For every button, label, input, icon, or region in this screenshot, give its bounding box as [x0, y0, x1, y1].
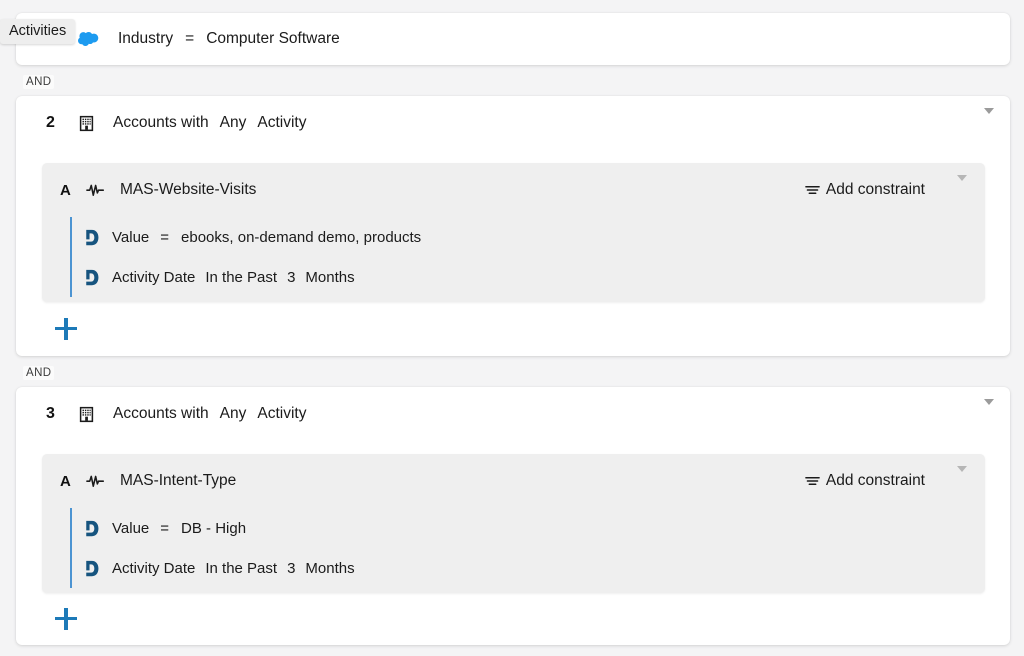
add-constraint-button-3[interactable]: Add constraint: [805, 472, 925, 490]
building-icon: [77, 405, 96, 424]
activity-letter-3: A: [60, 472, 71, 490]
condition-collapse-caret-3[interactable]: [984, 399, 994, 423]
condition-row-2: 2 Accounts with Any Activity: [16, 96, 1010, 150]
constraint-operator[interactable]: =: [160, 229, 169, 246]
activity-collapse-caret-2[interactable]: [957, 175, 967, 199]
constraint-unit[interactable]: Months: [305, 560, 354, 577]
constraint-row[interactable]: Value = ebooks, on-demand demo, products: [72, 217, 985, 257]
constraint-operator[interactable]: In the Past: [205, 269, 277, 286]
constraint-row[interactable]: Value = DB - High: [72, 508, 985, 548]
query-builder-canvas: 1 Industry = Computer Software AND 2: [0, 0, 1024, 656]
activity-block-3: A MAS-Intent-Type Add constraint Value =…: [42, 454, 985, 593]
condition-index-3: 3: [46, 405, 55, 422]
constraint-field[interactable]: Value: [112, 229, 149, 246]
data-source-icon: [84, 229, 99, 246]
activity-block-2: A MAS-Website-Visits Add constraint Valu…: [42, 163, 985, 302]
activity-name-3[interactable]: MAS-Intent-Type: [120, 472, 236, 490]
condition-collapse-caret-2[interactable]: [984, 108, 994, 132]
condition-quantifier-2[interactable]: Any: [220, 114, 247, 132]
condition-object-2[interactable]: Activity: [257, 114, 306, 132]
constraint-amount[interactable]: 3: [287, 560, 295, 577]
activity-letter-2: A: [60, 181, 71, 199]
condition-entity-2[interactable]: Accounts with: [113, 114, 209, 132]
pulse-icon: [86, 473, 106, 489]
activity-header-3: A MAS-Intent-Type Add constraint: [42, 454, 985, 508]
filter-icon: [805, 184, 820, 196]
constraint-value[interactable]: DB - High: [181, 520, 246, 537]
data-source-icon: [84, 520, 99, 537]
constraint-field[interactable]: Value: [112, 520, 149, 537]
constraint-list-2: Value = ebooks, on-demand demo, products…: [70, 217, 985, 297]
condition-value-1[interactable]: Computer Software: [206, 30, 340, 48]
condition-quantifier-3[interactable]: Any: [220, 405, 247, 423]
add-activity-button-2[interactable]: [55, 318, 77, 340]
activity-name-2[interactable]: MAS-Website-Visits: [120, 181, 256, 199]
and-connector-2: AND: [23, 366, 55, 380]
condition-field-1[interactable]: Industry: [118, 30, 173, 48]
filter-icon: [805, 475, 820, 487]
constraint-operator[interactable]: =: [160, 520, 169, 537]
activities-tooltip: Activities: [0, 19, 76, 44]
data-source-icon: [84, 560, 99, 577]
and-connector-1: AND: [23, 75, 55, 89]
condition-row-1: 1 Industry = Computer Software: [16, 13, 1010, 65]
constraint-row[interactable]: Activity Date In the Past 3 Months: [72, 548, 985, 588]
condition-object-3[interactable]: Activity: [257, 405, 306, 423]
condition-entity-3[interactable]: Accounts with: [113, 405, 209, 423]
add-constraint-label-2: Add constraint: [825, 181, 925, 198]
add-constraint-label-3: Add constraint: [825, 472, 925, 489]
condition-card-1[interactable]: 1 Industry = Computer Software: [16, 13, 1010, 65]
activity-header-2: A MAS-Website-Visits Add constraint: [42, 163, 985, 217]
constraint-field[interactable]: Activity Date: [112, 269, 195, 286]
condition-index-2: 2: [46, 114, 55, 131]
condition-row-3: 3 Accounts with Any Activity: [16, 387, 1010, 441]
add-activity-button-3[interactable]: [55, 608, 77, 630]
data-source-icon: [84, 269, 99, 286]
constraint-row[interactable]: Activity Date In the Past 3 Months: [72, 257, 985, 297]
building-icon: [77, 114, 96, 133]
constraint-field[interactable]: Activity Date: [112, 560, 195, 577]
constraint-operator[interactable]: In the Past: [205, 560, 277, 577]
condition-operator-1[interactable]: =: [185, 30, 194, 48]
add-constraint-button-2[interactable]: Add constraint: [805, 181, 925, 199]
constraint-unit[interactable]: Months: [305, 269, 354, 286]
salesforce-cloud-icon: [77, 31, 99, 47]
constraint-value[interactable]: ebooks, on-demand demo, products: [181, 229, 421, 246]
pulse-icon: [86, 182, 106, 198]
constraint-list-3: Value = DB - High Activity Date In the P…: [70, 508, 985, 588]
activity-collapse-caret-3[interactable]: [957, 466, 967, 490]
constraint-amount[interactable]: 3: [287, 269, 295, 286]
